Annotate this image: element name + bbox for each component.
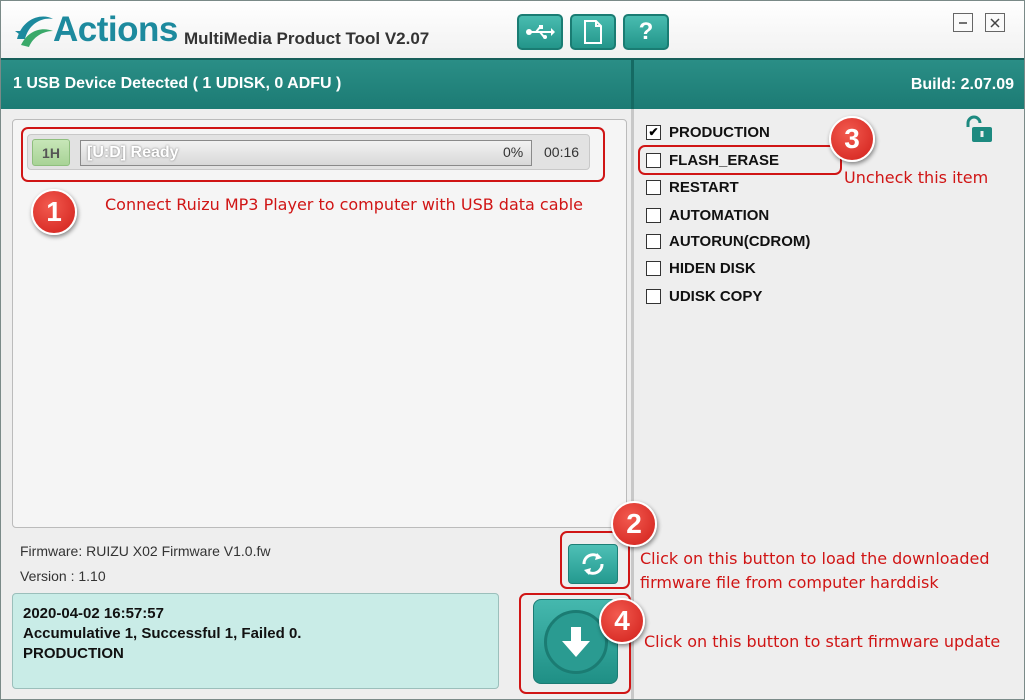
checkbox[interactable] [646,207,661,223]
checkbox[interactable] [646,260,661,276]
device-status-text: 1 USB Device Detected ( 1 UDISK, 0 ADFU … [13,75,342,92]
option-automation[interactable]: AUTOMATION [646,204,769,226]
option-label: RESTART [669,178,739,196]
app-title: MultiMedia Product Tool V2.07 [184,29,430,48]
firmware-name: Firmware: RUIZU X02 Firmware V1.0.fw [20,543,271,559]
log-line: PRODUCTION [23,645,124,662]
log-line: 2020-04-02 16:57:57 [23,605,164,622]
option-restart[interactable]: RESTART [646,176,739,198]
option-autorun[interactable]: AUTORUN(CDROM) [646,230,810,252]
option-label: AUTOMATION [669,206,770,224]
annotation-badge-2: 2 [611,501,657,547]
annotation-text-3: Uncheck this item [844,168,989,187]
option-label: HIDEN DISK [669,259,756,277]
close-button[interactable] [985,13,1005,32]
checkbox[interactable] [646,179,661,195]
option-udisk-copy[interactable]: UDISK COPY [646,285,762,307]
title-bar: Actions MultiMedia Product Tool V2.07 ? [1,1,1024,58]
actions-logo-icon [15,16,53,47]
minimize-icon [959,21,967,24]
annotation-text-1: Connect Ruizu MP3 Player to computer wit… [105,195,583,214]
close-icon [990,17,1000,28]
checkbox[interactable] [646,288,661,304]
firmware-version: Version : 1.10 [20,568,106,584]
annotation-text-2a: Click on this button to load the downloa… [640,549,990,568]
annotation-text-4: Click on this button to start firmware u… [644,632,1001,651]
option-label: UDISK COPY [669,287,763,305]
usb-icon [526,25,555,39]
checkbox[interactable] [646,233,661,249]
annotation-badge-4: 4 [599,598,645,644]
options-panel: ✔ PRODUCTION FLASH_ERASE RESTART AUTOMAT… [634,109,1024,699]
log-line: Accumulative 1, Successful 1, Failed 0. [23,625,302,642]
annotation-badge-1: 1 [31,189,77,235]
option-label: PRODUCTION [669,123,770,141]
help-button[interactable]: ? [623,14,669,50]
option-hiden-disk[interactable]: HIDEN DISK [646,257,756,279]
option-label: AUTORUN(CDROM) [669,232,811,250]
annotation-text-2b: firmware file from computer harddisk [640,573,939,592]
usb-button[interactable] [517,14,563,50]
build-label: Build: 2.07.09 [910,76,1014,93]
option-production[interactable]: ✔ PRODUCTION [646,121,770,143]
checkbox-checked[interactable]: ✔ [646,124,661,140]
logo-text: Actions [53,10,178,49]
log-panel: 2020-04-02 16:57:57 Accumulative 1, Succ… [12,593,499,689]
unlock-icon[interactable] [964,115,996,143]
annotation-box-flash-erase [638,145,842,175]
status-header: 1 USB Device Detected ( 1 UDISK, 0 ADFU … [1,58,1024,109]
document-button[interactable] [570,14,616,50]
annotation-box-device [21,127,605,182]
minimize-button[interactable] [953,13,973,32]
header-divider [631,60,634,109]
app-window: Actions MultiMedia Product Tool V2.07 ? [0,0,1025,700]
annotation-badge-3: 3 [829,116,875,162]
document-icon [584,20,602,44]
